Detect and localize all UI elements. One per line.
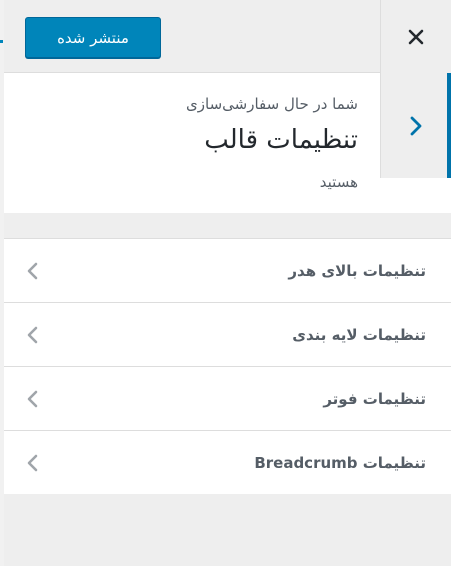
info-preamble: شما در حال سفارشی‌سازی <box>186 95 358 113</box>
section-label: تنظیمات Breadcrumb <box>254 454 426 472</box>
section-item-layout[interactable]: تنظیمات لایه بندی <box>4 303 451 367</box>
info-under-fill <box>380 178 451 213</box>
customizer-header: منتشر شده <box>4 0 451 73</box>
section-item-breadcrumb[interactable]: تنظیمات Breadcrumb <box>4 431 451 495</box>
panel-title: تنظیمات قالب <box>204 125 358 155</box>
info-text-block: شما در حال سفارشی‌سازی تنظیمات قالب هستی… <box>4 73 380 213</box>
section-gap <box>4 214 451 238</box>
chevron-left-icon <box>27 390 38 408</box>
panel-footer-area <box>4 494 451 566</box>
section-list: تنظیمات بالای هدر تنظیمات لایه بندی تنظی… <box>4 238 451 495</box>
chevron-left-icon <box>27 326 38 344</box>
back-accent-bar <box>447 73 451 178</box>
section-label: تنظیمات لایه بندی <box>292 326 426 344</box>
chevron-right-icon <box>410 116 422 135</box>
close-button[interactable] <box>380 0 451 73</box>
publish-button[interactable]: منتشر شده <box>25 17 161 58</box>
section-item-top-header[interactable]: تنظیمات بالای هدر <box>4 239 451 303</box>
section-item-footer[interactable]: تنظیمات فوتر <box>4 367 451 431</box>
info-postamble: هستید <box>319 173 358 191</box>
chevron-left-icon <box>27 262 38 280</box>
section-label: تنظیمات فوتر <box>323 390 426 408</box>
customize-info: شما در حال سفارشی‌سازی تنظیمات قالب هستی… <box>4 73 451 213</box>
chevron-left-icon <box>27 454 38 472</box>
section-label: تنظیمات بالای هدر <box>288 262 426 280</box>
edge-marker <box>0 40 3 43</box>
back-button[interactable] <box>380 73 451 178</box>
close-icon <box>408 29 424 44</box>
customizer-panel: منتشر شده شما در حال سفارشی‌سازی تنظیمات… <box>4 0 451 566</box>
